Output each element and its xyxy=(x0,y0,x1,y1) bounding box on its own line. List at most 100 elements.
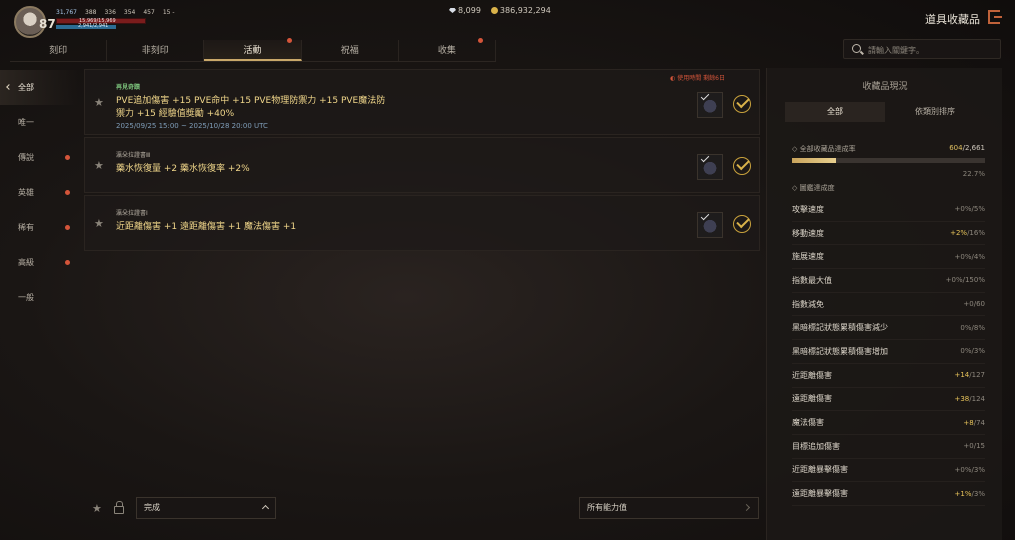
check-icon xyxy=(700,153,710,163)
notification-dot xyxy=(287,38,292,43)
stat-current: +0% xyxy=(954,465,972,474)
star-icon[interactable]: ★ xyxy=(94,96,104,109)
stat-value: 0%/8% xyxy=(960,324,985,332)
sidebar-label: 英雄 xyxy=(18,188,34,197)
tab-non-engraved[interactable]: 非刻印 xyxy=(107,40,205,61)
list-item[interactable]: ★ 瀛朵拉證書Ⅰ 近距離傷害 +1 遠距離傷害 +1 魔法傷害 +1 xyxy=(84,195,760,251)
item-icon[interactable] xyxy=(697,211,723,238)
tab-all[interactable]: 全部 xyxy=(785,102,885,122)
top-bar: 87 31,767 388 336 354 457 15 - 15,969/15… xyxy=(0,0,1015,40)
star-icon[interactable]: ★ xyxy=(94,159,104,172)
sidebar-label: 唯一 xyxy=(18,118,34,127)
sidebar-item-normal[interactable]: 一般 xyxy=(0,280,78,315)
player-level: 87 xyxy=(39,17,56,31)
remaining-time-text: 使用時間 剩餘6日 xyxy=(677,75,725,82)
notification-dot xyxy=(478,38,483,43)
stat-2: 336 xyxy=(104,9,116,16)
stat-value: +0/15 xyxy=(963,442,985,450)
stat-name: 指數最大值 xyxy=(792,275,832,285)
gold-coin-icon xyxy=(490,7,498,14)
stat-value: +0%/4% xyxy=(955,253,985,261)
complete-check-icon xyxy=(733,157,751,175)
ability-filter-dropdown[interactable]: 所有能力值 xyxy=(579,497,759,519)
stat-value: +0/60 xyxy=(963,300,985,308)
notification-dot xyxy=(65,155,70,160)
section-label-text: 圖鑑達成度 xyxy=(799,184,835,192)
stat-1: 388 xyxy=(85,9,97,16)
notification-dot xyxy=(65,260,70,265)
stat-4: 457 xyxy=(143,9,155,16)
mp-text: 2,941/2,941 xyxy=(78,23,109,29)
stat-max: /127 xyxy=(969,371,985,380)
tab-blessing[interactable]: 祝福 xyxy=(302,40,399,61)
sidebar-label: 全部 xyxy=(18,83,34,92)
stat-row: 遠距離暴擊傷害 +1%/3% xyxy=(792,482,985,506)
stat-value: +14/127 xyxy=(954,371,985,379)
stat-current: +0% xyxy=(945,276,963,285)
list-item[interactable]: ★ 瀛朵拉證書Ⅲ 藥水恢復量 +2 藥水恢復率 +2% xyxy=(84,137,760,193)
stat-max: /16% xyxy=(967,229,985,238)
stat-value: +8/74 xyxy=(963,419,985,427)
stat-max: /124 xyxy=(969,394,985,403)
category-tabs: 刻印 非刻印 活動 祝福 收集 xyxy=(10,38,497,62)
sidebar-item-unique[interactable]: 唯一 xyxy=(0,105,78,140)
search-input[interactable] xyxy=(868,43,993,57)
notification-dot xyxy=(65,190,70,195)
list-item[interactable]: ★ 再見奇蹟 ◐ 使用時間 剩餘6日 PVE追加傷害 +15 PVE命中 +15… xyxy=(84,69,760,135)
tab-by-category[interactable]: 依類別排序 xyxy=(885,102,985,122)
sidebar-item-hero[interactable]: 英雄 xyxy=(0,175,78,210)
overall-rate-label: ◇ 全部收藏品達成率 xyxy=(792,145,856,153)
favorites-filter-star-icon[interactable]: ★ xyxy=(92,502,102,515)
stat-row: 黑暗標記狀態累積傷害增加 0%/3% xyxy=(792,340,985,364)
chevron-right-icon xyxy=(742,503,751,512)
stat-value: +0%/3% xyxy=(955,466,985,474)
stat-max: /3% xyxy=(971,347,985,356)
stat-current: +8 xyxy=(963,418,974,427)
stat-row: 遠距離傷害 +38/124 xyxy=(792,388,985,412)
section-label: ◇ 圖鑑達成度 xyxy=(792,184,835,192)
mp-bar: 2,941/2,941 xyxy=(56,23,116,29)
chevron-up-icon xyxy=(261,504,270,513)
item-icon[interactable] xyxy=(697,153,723,180)
sidebar-item-legend[interactable]: 傳說 xyxy=(0,140,78,175)
exit-icon[interactable] xyxy=(988,10,1002,24)
sidebar-label: 傳說 xyxy=(18,153,34,162)
stat-max: /15 xyxy=(973,442,985,451)
tab-event[interactable]: 活動 xyxy=(204,40,302,61)
check-icon xyxy=(700,91,710,101)
complete-check-icon xyxy=(733,95,751,113)
stat-current: +14 xyxy=(954,371,970,380)
stat-value: +0%/150% xyxy=(946,276,985,284)
tab-collect[interactable]: 收集 xyxy=(399,40,497,61)
gold-amount: 386,932,294 xyxy=(499,6,551,15)
stat-name: 黑暗標記狀態累積傷害增加 xyxy=(792,346,888,356)
item-period: 2025/09/25 15:00 ~ 2025/10/28 20:00 UTC xyxy=(116,122,268,130)
status-filter-dropdown[interactable]: 完成 xyxy=(136,497,276,519)
lock-icon[interactable] xyxy=(114,501,124,514)
stat-name: 攻擊速度 xyxy=(792,204,824,214)
stat-row: 黑暗標記狀態累積傷害減少 0%/8% xyxy=(792,316,985,341)
stat-value: +0%/5% xyxy=(955,205,985,213)
item-effect-line: PVE追加傷害 +15 PVE命中 +15 PVE物理防禦力 +15 PVE魔法… xyxy=(116,96,386,106)
sidebar-item-all[interactable]: 全部 xyxy=(0,70,78,105)
stat-list: 攻擊速度 +0%/5% 移動速度 +2%/16% 施展速度 +0%/4% 指數最大值 +0%/… xyxy=(792,198,985,506)
stat-name: 指數減免 xyxy=(792,299,824,309)
sidebar-item-advanced[interactable]: 高級 xyxy=(0,245,78,280)
stat-row: 施展速度 +0%/4% xyxy=(792,245,985,270)
stat-row: 近距離傷害 +14/127 xyxy=(792,364,985,388)
stat-name: 施展速度 xyxy=(792,252,824,262)
search-icon[interactable] xyxy=(852,44,861,53)
overall-current: 604 xyxy=(949,144,963,152)
stat-current: 0% xyxy=(960,347,972,356)
sidebar-label: 稀有 xyxy=(18,223,34,232)
search-box xyxy=(843,39,1001,59)
remaining-time: ◐ 使用時間 剩餘6日 xyxy=(670,75,725,82)
item-icon[interactable] xyxy=(697,91,723,118)
stat-name: 遠距離暴擊傷害 xyxy=(792,489,848,499)
stat-row: 目標追加傷害 +0/15 xyxy=(792,435,985,459)
tab-engraved[interactable]: 刻印 xyxy=(10,40,108,61)
stat-5: 15 - xyxy=(162,9,175,16)
star-icon[interactable]: ★ xyxy=(94,217,104,230)
sidebar-item-rare[interactable]: 稀有 xyxy=(0,210,78,245)
sidebar-label: 一般 xyxy=(18,293,34,302)
